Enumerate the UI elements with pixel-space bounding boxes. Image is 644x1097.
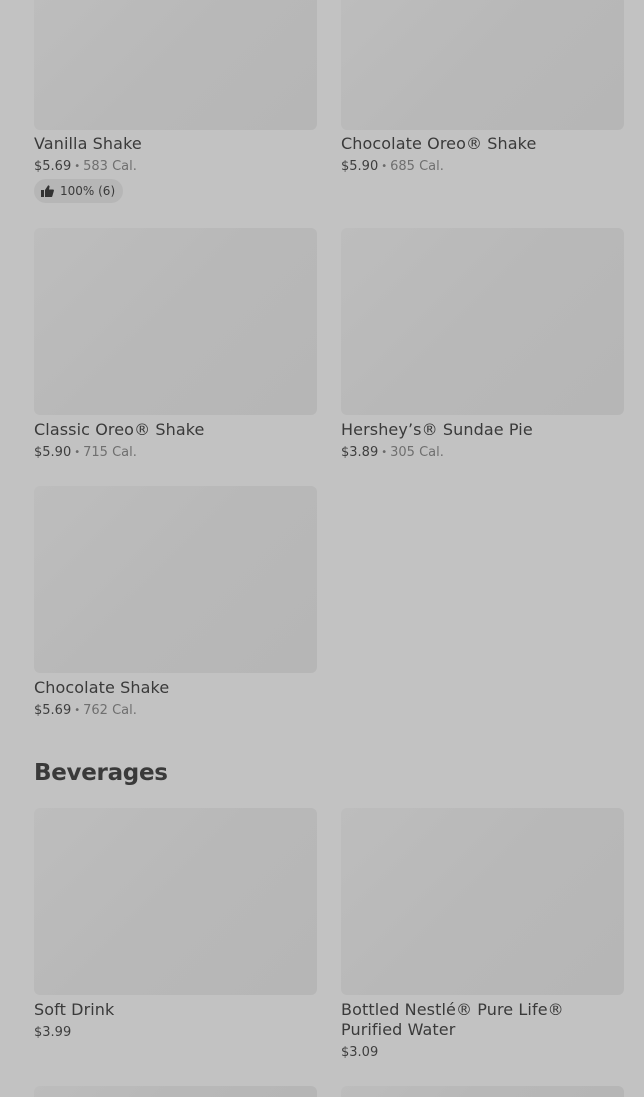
rating-badge: 100% (6) — [34, 179, 124, 203]
menu-item-name: Bottled Nestlé® Pure Life® Purified Wate… — [341, 1000, 564, 1039]
menu-item-price-calories: $5.69 • 583 Cal. — [34, 158, 137, 177]
menu-item-price: $5.90 — [34, 445, 72, 460]
separator: • — [74, 161, 81, 172]
menu-item-name: Hershey’s® Sundae Pie — [341, 420, 533, 439]
menu-item-image[interactable] — [34, 808, 317, 995]
menu-item-name: Chocolate Oreo® Shake — [341, 134, 537, 153]
menu-item-price: $3.09 — [341, 1045, 379, 1060]
menu-item-calories: 305 Cal. — [390, 445, 444, 460]
menu-item-price: $5.69 — [34, 703, 72, 718]
separator: • — [381, 447, 388, 458]
thumbs-up-icon — [41, 185, 54, 197]
menu-item-image[interactable] — [341, 228, 624, 415]
menu-item-name: Classic Oreo® Shake — [34, 420, 205, 439]
separator: • — [74, 447, 81, 458]
menu-item-price: $3.89 — [341, 445, 379, 460]
menu-item-price-calories: $3.89 • 305 Cal. — [341, 444, 444, 463]
menu-item-price: $5.90 — [341, 159, 379, 174]
menu-item-price-calories: $5.90 • 685 Cal. — [341, 158, 444, 177]
menu-item-image[interactable] — [34, 1086, 317, 1097]
menu-item-price: $3.99 — [34, 1025, 72, 1040]
menu-item-image[interactable] — [34, 486, 317, 673]
menu-item-price: $5.69 — [34, 159, 72, 174]
menu-item-name: Soft Drink — [34, 1000, 115, 1019]
menu-item-name: Vanilla Shake — [34, 134, 142, 153]
separator: • — [74, 705, 81, 716]
menu-item-image[interactable] — [34, 228, 317, 415]
separator: • — [381, 161, 388, 172]
menu-item-price-calories: $5.69 • 762 Cal. — [34, 702, 137, 721]
menu-item-calories: 762 Cal. — [83, 703, 137, 718]
section-title-beverages: Beverages — [34, 760, 168, 786]
menu-item-image[interactable] — [341, 808, 624, 995]
menu-item-calories: 715 Cal. — [83, 445, 137, 460]
menu-item-name: Chocolate Shake — [34, 678, 170, 697]
menu-item-image[interactable] — [34, 0, 317, 130]
menu-item-image[interactable] — [341, 0, 624, 130]
menu-item-calories: 583 Cal. — [83, 159, 137, 174]
menu-page: Vanilla Shake $5.69 • 583 Cal. 100% (6) Ch… — [0, 0, 644, 1097]
menu-item-calories: 685 Cal. — [390, 159, 444, 174]
rating-text: 100% (6) — [60, 184, 116, 198]
menu-item-image[interactable] — [341, 1086, 624, 1097]
menu-item-price-calories: $5.90 • 715 Cal. — [34, 444, 137, 463]
